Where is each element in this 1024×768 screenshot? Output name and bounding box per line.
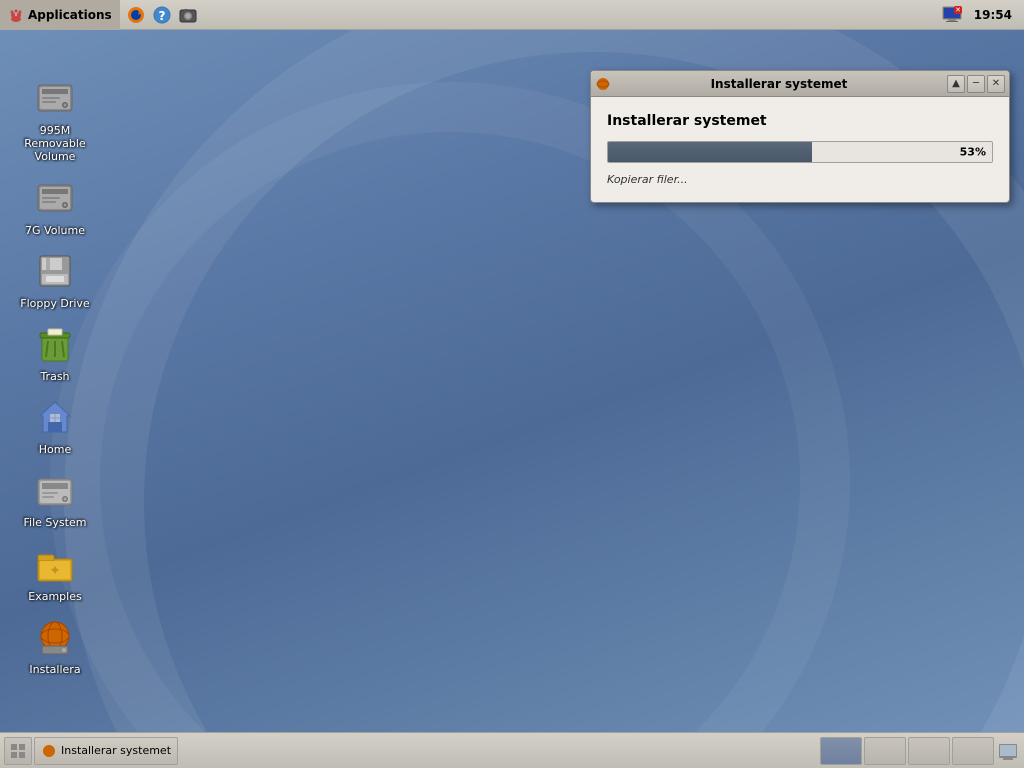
taskbar-window-label: Installerar systemet [61,744,171,757]
floppy-label: Floppy Drive [20,297,89,310]
installera-label: Installera [29,663,80,676]
examples-icon: ✦ [31,540,79,588]
desktop-icon-filesystem[interactable]: File System [10,462,100,533]
desktop-icon-trash[interactable]: Trash [10,316,100,387]
removable-volume-icon [31,74,79,122]
home-icon [31,393,79,441]
workspace-2[interactable] [864,737,906,765]
clock: 19:54 [968,6,1018,24]
panel-icons: ? [120,3,200,27]
trash-label: Trash [40,370,69,383]
desktop-icon-examples[interactable]: ✦ Examples [10,536,100,607]
dialog-titlebar: Installerar systemet ▲ ─ ✕ [591,71,1009,97]
svg-text:✕: ✕ [955,6,961,14]
taskbar-right [820,737,1020,765]
dialog-minimize[interactable]: ─ [967,75,985,93]
7g-volume-label: 7G Volume [25,224,85,237]
removable-volume-label: 995M Removable Volume [14,124,96,164]
display-systray-icon[interactable]: ✕ [940,3,964,27]
panel-right: ✕ 19:54 [940,3,1024,27]
examples-label: Examples [28,590,81,603]
top-panel: Applications ? [0,0,1024,30]
desktop-icon-7g-volume[interactable]: 7G Volume [10,170,100,241]
workspace-4[interactable] [952,737,994,765]
progress-bar-fill [608,142,812,162]
svg-text:✦: ✦ [49,563,61,579]
desktop-icon-removable-volume[interactable]: 995M Removable Volume [10,70,100,168]
dialog-heading: Installerar systemet [607,113,993,129]
desktop-icon-home[interactable]: Home [10,389,100,460]
taskbar-left: Installerar systemet [4,737,178,765]
dialog-close[interactable]: ✕ [987,75,1005,93]
applications-menu[interactable]: Applications [0,0,120,30]
7g-volume-icon [31,174,79,222]
filesystem-icon [31,466,79,514]
taskbar-apps-button[interactable] [4,737,32,765]
progress-bar-container: 53% [607,141,993,163]
dialog-title: Installerar systemet [615,77,943,91]
workspace-3[interactable] [908,737,950,765]
progress-bar-label: 53% [960,146,986,159]
help-icon[interactable]: ? [150,3,174,27]
installera-icon [31,613,79,661]
svg-text:?: ? [158,9,165,23]
dialog-icon [595,76,611,92]
desktop: 995M Removable Volume 7G Volume [0,30,1024,732]
taskbar: Installerar systemet [0,732,1024,768]
dialog-body: Installerar systemet 53% Kopierar filer.… [591,97,1009,202]
dialog-status: Kopierar filer... [607,173,993,186]
desktop-icon-floppy[interactable]: Floppy Drive [10,243,100,314]
workspace-pager [820,737,994,765]
install-dialog: Installerar systemet ▲ ─ ✕ Installerar s… [590,70,1010,203]
home-label: Home [39,443,71,456]
dialog-controls: ▲ ─ ✕ [947,75,1005,93]
taskbar-window-icon [41,743,57,759]
screenshot-icon[interactable] [176,3,200,27]
firefox-icon[interactable] [124,3,148,27]
desktop-icons: 995M Removable Volume 7G Volume [0,60,110,696]
desktop-icon-installera[interactable]: Installera [10,609,100,680]
trash-icon [31,320,79,368]
workspace-1[interactable] [820,737,862,765]
show-desktop-icon[interactable] [996,739,1020,763]
gnome-foot-icon [8,7,24,23]
dialog-scroll-up[interactable]: ▲ [947,75,965,93]
filesystem-label: File System [24,516,87,529]
panel-left: Applications ? [0,0,940,30]
applications-label: Applications [28,8,112,22]
floppy-drive-icon [31,247,79,295]
taskbar-window-item[interactable]: Installerar systemet [34,737,178,765]
